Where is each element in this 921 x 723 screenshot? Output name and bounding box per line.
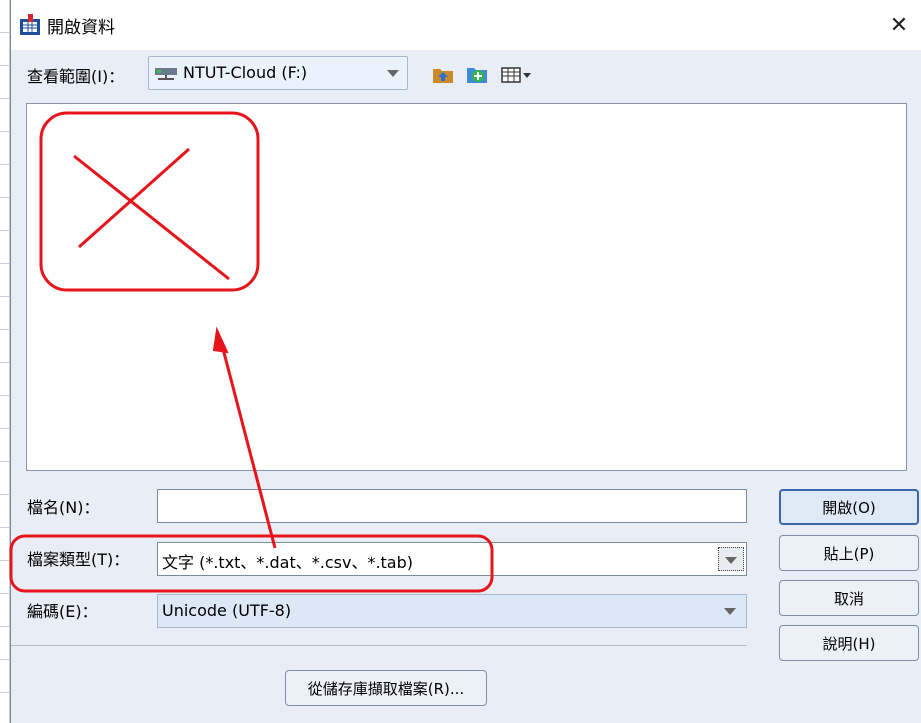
filetype-dropdown[interactable]: 文字 (*.txt、*.dat、*.csv、*.tab) xyxy=(157,542,747,576)
close-icon: ✕ xyxy=(889,12,909,38)
title-bar: 開啟資料 ✕ xyxy=(11,0,921,50)
filetype-label: 檔案類型(T)： xyxy=(27,550,130,569)
chevron-down-icon xyxy=(724,608,736,615)
close-button[interactable]: ✕ xyxy=(876,0,921,50)
spss-app-icon xyxy=(20,14,40,35)
filename-input[interactable] xyxy=(157,489,747,523)
background-app-strip xyxy=(0,0,10,723)
divider xyxy=(11,645,747,646)
encoding-dropdown[interactable]: Unicode (UTF-8) xyxy=(157,594,747,628)
window-title: 開啟資料 xyxy=(47,18,115,38)
filename-label: 檔名(N)： xyxy=(27,498,100,517)
paste-button[interactable]: 貼上(P) xyxy=(779,535,919,571)
open-data-dialog: 開啟資料 ✕ 查看範圍(I)： NTUT-Cloud (F:) 檔名(N)： 檔… xyxy=(10,0,921,723)
chevron-down-icon xyxy=(725,557,737,564)
encoding-value: Unicode (UTF-8) xyxy=(162,601,292,620)
look-in-value: NTUT-Cloud (F:) xyxy=(183,63,308,82)
help-button[interactable]: 說明(H) xyxy=(779,625,919,661)
open-button[interactable]: 開啟(O) xyxy=(779,489,919,525)
filetype-value: 文字 (*.txt、*.dat、*.csv、*.tab) xyxy=(162,553,414,572)
file-list-pane[interactable] xyxy=(26,103,907,471)
look-in-dropdown[interactable]: NTUT-Cloud (F:) xyxy=(148,56,408,90)
retrieve-from-repository-button[interactable]: 從儲存庫擷取檔案(R)... xyxy=(285,670,487,706)
filetype-dropdown-button[interactable] xyxy=(718,547,744,571)
view-menu-icon[interactable] xyxy=(501,63,533,85)
chevron-down-icon xyxy=(387,70,399,77)
cancel-button[interactable]: 取消 xyxy=(779,580,919,616)
encoding-label: 編碼(E)： xyxy=(27,602,98,621)
up-folder-icon[interactable] xyxy=(431,63,455,85)
new-folder-icon[interactable] xyxy=(465,63,489,85)
network-drive-icon xyxy=(155,68,177,80)
look-in-label: 查看範圍(I)： xyxy=(27,67,125,86)
